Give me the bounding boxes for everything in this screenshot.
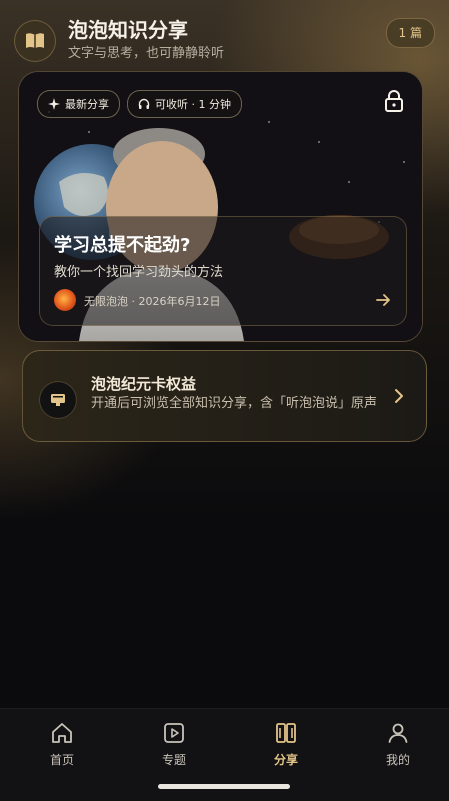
- tab-topics-label: 专题: [161, 753, 186, 767]
- author-avatar: [54, 289, 76, 311]
- featured-article-card[interactable]: 最新分享 可收听 · 1 分钟 学习总提不起劲? 教你一个找回学习劲头的方法 无…: [18, 71, 423, 342]
- article-description: 教你一个找回学习劲头的方法: [54, 265, 224, 280]
- membership-card[interactable]: 泡泡纪元卡权益 开通后可浏览全部知识分享，含「听泡泡说」原声: [22, 350, 427, 442]
- tab-home-label: 首页: [49, 753, 74, 767]
- article-title: 学习总提不起劲?: [54, 235, 191, 256]
- membership-description: 开通后可浏览全部知识分享，含「听泡泡说」原声: [91, 396, 378, 411]
- card-icon: [39, 381, 77, 419]
- page-header: 泡泡知识分享 文字与思考，也可静静聆听 1 篇: [14, 12, 435, 62]
- play-square-icon: [164, 723, 184, 743]
- article-count-badge: 1 篇: [385, 18, 435, 48]
- page-title: 泡泡知识分享: [68, 18, 188, 42]
- home-indicator[interactable]: [158, 784, 290, 789]
- tab-home[interactable]: 首页: [27, 721, 97, 768]
- tab-topics[interactable]: 专题: [139, 721, 209, 768]
- lock-icon[interactable]: [384, 90, 404, 112]
- latest-share-chip: 最新分享: [37, 90, 120, 118]
- arrow-right-icon[interactable]: [374, 291, 392, 309]
- tab-profile[interactable]: 我的: [363, 721, 433, 768]
- listenable-chip: 可收听 · 1 分钟: [127, 90, 242, 118]
- tab-profile-label: 我的: [385, 753, 410, 767]
- sparkle-icon: [48, 98, 60, 110]
- latest-share-label: 最新分享: [65, 98, 109, 111]
- headphones-icon: [138, 98, 150, 109]
- user-icon: [388, 723, 408, 743]
- tab-share-label: 分享: [273, 753, 298, 767]
- tab-share[interactable]: 分享: [251, 721, 321, 768]
- book-open-icon: [276, 723, 296, 743]
- membership-title: 泡泡纪元卡权益: [91, 375, 197, 393]
- listenable-label: 可收听 · 1 分钟: [155, 98, 231, 111]
- book-logo-icon: [14, 20, 56, 62]
- article-meta: 无限泡泡 · 2026年6月12日: [84, 295, 221, 308]
- chevron-right-icon[interactable]: [392, 387, 406, 405]
- home-icon: [52, 723, 72, 743]
- article-info-panel: 学习总提不起劲? 教你一个找回学习劲头的方法 无限泡泡 · 2026年6月12日: [39, 216, 407, 326]
- page-subtitle: 文字与思考，也可静静聆听: [68, 46, 225, 61]
